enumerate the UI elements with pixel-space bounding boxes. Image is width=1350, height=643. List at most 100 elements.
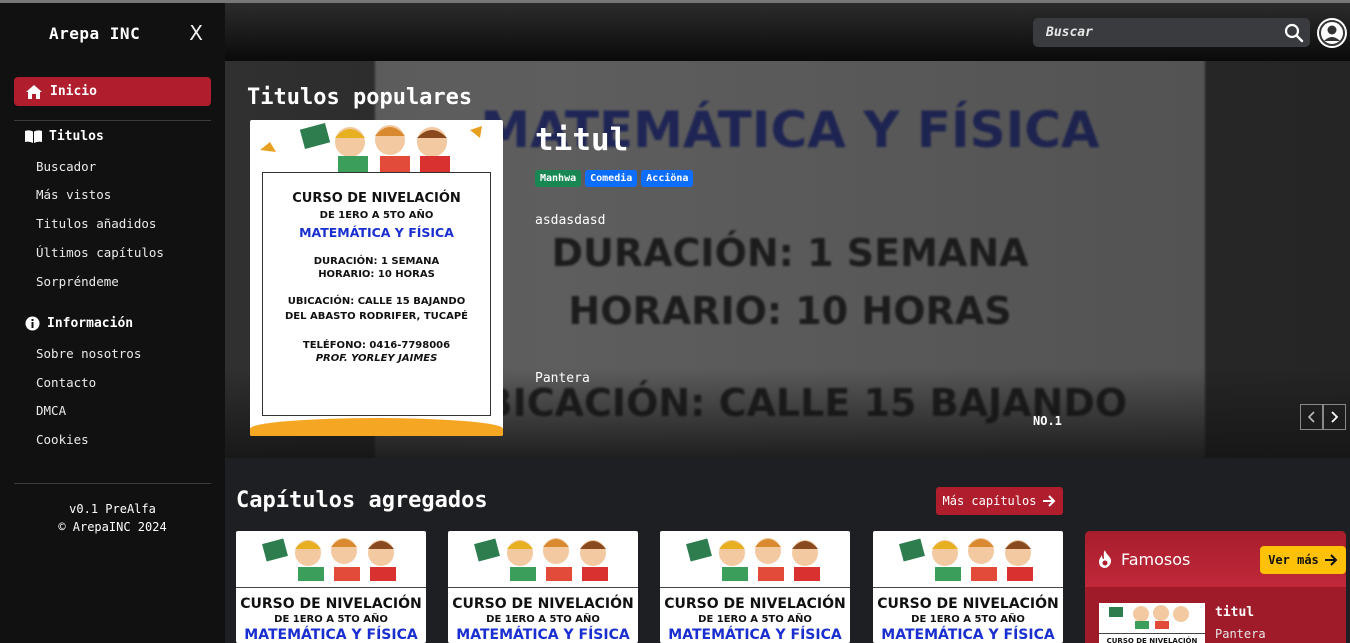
featured-title[interactable]: titul: [535, 122, 628, 158]
card-illustration: [899, 538, 1033, 581]
sidebar-item-sobre-nosotros[interactable]: Sobre nosotros: [36, 346, 141, 361]
user-icon: [1319, 20, 1345, 46]
featured-description: asdasdasd: [535, 213, 606, 228]
cover-text: DURACIÓN: 1 SEMANA: [313, 256, 440, 267]
thumb-illustration: [1109, 605, 1189, 629]
famous-panel: Famosos Ver más CURSO DE NIVELACIÓN titu…: [1085, 531, 1346, 643]
chevron-left-icon: [1307, 411, 1315, 423]
rank-badge: NO.1: [1033, 414, 1062, 428]
cover-text: UBICACIÓN: CALLE 15 BAJANDO: [287, 296, 466, 307]
chapter-card[interactable]: CURSO DE NIVELACIÓN DE 1ERO A 5TO AÑO MA…: [448, 531, 638, 643]
cover-text: PROF. YORLEY JAIMES: [315, 353, 438, 364]
cover-text-frame: CURSO DE NIVELACIÓN DE 1ERO A 5TO AÑO MA…: [262, 172, 491, 416]
book-open-icon: [25, 130, 42, 143]
card-illustration: [686, 538, 820, 581]
chapter-card[interactable]: CURSO DE NIVELACIÓN DE 1ERO A 5TO AÑO MA…: [660, 531, 850, 643]
genre-tags: Manhwa Comedia Acciöna: [535, 170, 694, 187]
card-text-line: DE 1ERO A 5TO AÑO: [911, 614, 1025, 625]
cover-wave: [250, 418, 503, 436]
sidebar-item-titulos-anadidos[interactable]: Titulos añadidos: [36, 216, 156, 231]
cover-text: DE 1ERO A 5TO AÑO: [319, 210, 434, 221]
topbar: [225, 0, 1350, 61]
card-text-line: DE 1ERO A 5TO AÑO: [274, 614, 388, 625]
famous-item-author: Pantera: [1215, 627, 1266, 641]
sidebar-item-contacto[interactable]: Contacto: [36, 375, 96, 390]
card-text: CURSO DE NIVELACIÓN DE 1ERO A 5TO AÑO MA…: [448, 587, 638, 643]
chevron-right-icon: [1331, 411, 1339, 423]
cover-text: CURSO DE NIVELACIÓN: [292, 191, 461, 206]
cover-text: DEL ABASTO RODRIFER, TUCAPÉ: [284, 311, 469, 322]
sidebar-footer: v0.1 PreAlfa © ArepaINC 2024: [0, 500, 225, 536]
popular-carousel: MATEMÁTICA Y FÍSICA DURACIÓN: 1 SEMANA H…: [225, 61, 1350, 458]
card-illustration: [262, 538, 396, 581]
divider: [14, 120, 211, 121]
tag-manhwa[interactable]: Manhwa: [535, 170, 582, 187]
card-text: CURSO DE NIVELACIÓN DE 1ERO A 5TO AÑO MA…: [873, 587, 1063, 643]
close-sidebar-button[interactable]: X: [189, 21, 203, 45]
famous-item[interactable]: CURSO DE NIVELACIÓN titul Pantera: [1085, 587, 1346, 643]
featured-author: Pantera: [535, 371, 590, 386]
divider: [14, 483, 211, 484]
version-text: v0.1 PreAlfa: [69, 502, 156, 516]
card-text-line: MATEMÁTICA Y FÍSICA: [668, 627, 842, 643]
card-text: CURSO DE NIVELACIÓN DE 1ERO A 5TO AÑO MA…: [660, 587, 850, 643]
fire-icon: [1099, 550, 1112, 568]
tag-comedia[interactable]: Comedia: [585, 170, 638, 187]
sidebar-item-dmca[interactable]: DMCA: [36, 403, 66, 418]
thumb-text: CURSO DE NIVELACIÓN: [1099, 633, 1205, 643]
card-text: CURSO DE NIVELACIÓN DE 1ERO A 5TO AÑO MA…: [236, 587, 426, 643]
section-label: Información: [47, 316, 134, 331]
sidebar-item-sorprendeme[interactable]: Sorpréndeme: [36, 274, 119, 289]
sidebar-item-buscador[interactable]: Buscador: [36, 159, 96, 174]
sidebar: Arepa INC X Inicio Titulos Buscador Más …: [0, 0, 225, 643]
copyright-text: © ArepaINC 2024: [58, 520, 167, 534]
card-text-line: CURSO DE NIVELACIÓN: [664, 596, 846, 612]
carousel-next-button[interactable]: [1322, 404, 1346, 430]
cover-text: HORARIO: 10 HORAS: [318, 269, 435, 280]
famous-title: Famosos: [1121, 549, 1191, 569]
sidebar-item-mas-vistos[interactable]: Más vistos: [36, 187, 111, 202]
more-chapters-button[interactable]: Más capítulos: [936, 487, 1063, 515]
chapter-card[interactable]: CURSO DE NIVELACIÓN DE 1ERO A 5TO AÑO MA…: [873, 531, 1063, 643]
sidebar-item-label: Inicio: [50, 84, 97, 99]
info-icon: [25, 316, 40, 331]
search-input[interactable]: [1046, 25, 1284, 40]
card-text-line: MATEMÁTICA Y FÍSICA: [456, 627, 630, 643]
card-text-line: CURSO DE NIVELACIÓN: [452, 596, 634, 612]
card-illustration: [474, 538, 608, 581]
card-text-line: DE 1ERO A 5TO AÑO: [698, 614, 812, 625]
search-bar: [1033, 18, 1310, 47]
sidebar-item-inicio[interactable]: Inicio: [14, 77, 211, 106]
search-icon[interactable]: [1284, 23, 1304, 43]
arrow-right-icon: [1324, 554, 1338, 566]
section-title: Titulos populares: [247, 85, 473, 110]
card-text-line: CURSO DE NIVELACIÓN: [240, 596, 422, 612]
carousel-prev-button[interactable]: [1300, 404, 1324, 430]
arrow-right-icon: [1043, 495, 1056, 507]
card-text-line: DE 1ERO A 5TO AÑO: [486, 614, 600, 625]
featured-cover[interactable]: CURSO DE NIVELACIÓN DE 1ERO A 5TO AÑO MA…: [250, 120, 503, 436]
button-label: Más capítulos: [942, 494, 1037, 508]
button-label: Ver más: [1268, 553, 1319, 567]
brand-name: Arepa INC: [49, 23, 141, 43]
sidebar-header: Arepa INC X: [0, 3, 225, 63]
chapters-heading: Capítulos agregados: [236, 488, 488, 513]
card-text-line: MATEMÁTICA Y FÍSICA: [244, 627, 418, 643]
card-text-line: CURSO DE NIVELACIÓN: [877, 596, 1059, 612]
user-avatar[interactable]: [1317, 18, 1347, 48]
chapter-card[interactable]: CURSO DE NIVELACIÓN DE 1ERO A 5TO AÑO MA…: [236, 531, 426, 643]
famous-item-title[interactable]: titul: [1215, 605, 1254, 620]
section-informacion[interactable]: Información: [25, 316, 133, 331]
see-more-button[interactable]: Ver más: [1260, 546, 1346, 574]
tag-accion[interactable]: Acciöna: [641, 170, 694, 187]
home-icon: [26, 84, 42, 99]
cover-illustration: [260, 122, 482, 172]
cover-text: MATEMÁTICA Y FÍSICA: [299, 225, 454, 240]
famous-item-cover: CURSO DE NIVELACIÓN: [1099, 603, 1205, 643]
card-text-line: MATEMÁTICA Y FÍSICA: [881, 627, 1055, 643]
cover-text: TELÉFONO: 0416-7798006: [302, 340, 451, 351]
section-label: Titulos: [49, 129, 104, 144]
sidebar-item-cookies[interactable]: Cookies: [36, 432, 89, 447]
sidebar-item-ultimos-capitulos[interactable]: Últimos capítulos: [36, 245, 164, 260]
section-titulos[interactable]: Titulos: [25, 129, 104, 144]
